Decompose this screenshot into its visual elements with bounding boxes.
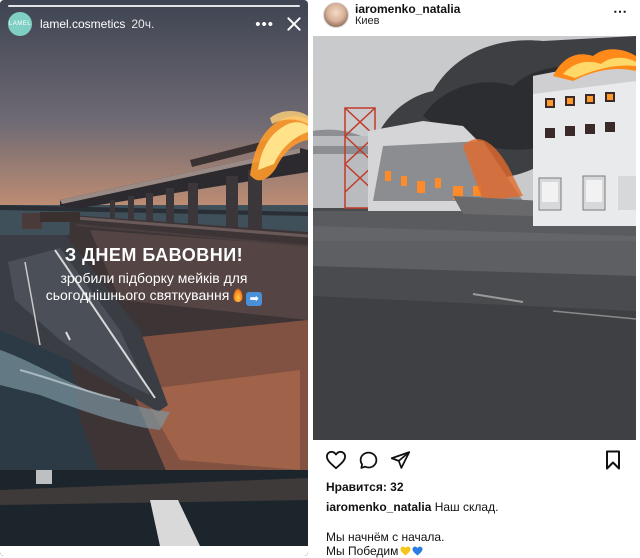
story-username[interactable]: lamel.cosmetics (40, 17, 125, 31)
fire-emoji-icon (233, 288, 244, 302)
share-icon[interactable] (390, 450, 411, 470)
caption-text: Наш склад. (434, 500, 499, 514)
story-header: LAMEL lamel.cosmetics 20ч. ••• (8, 11, 302, 37)
story-text-line-2-text: сьогоднішнього святкування (45, 287, 230, 303)
post-image[interactable] (313, 36, 636, 440)
post-avatar[interactable] (323, 2, 349, 28)
story-panel[interactable]: LAMEL lamel.cosmetics 20ч. ••• З ДНЕМ БА… (0, 0, 308, 556)
bookmark-icon[interactable] (605, 450, 621, 470)
yellow-heart-icon (400, 546, 411, 556)
comment-icon[interactable] (358, 450, 379, 471)
blue-heart-icon (412, 546, 423, 556)
caption-line-1: Мы начнём с начала. (326, 530, 445, 544)
story-bottom-edge (0, 546, 308, 556)
post-header: iaromenko_natalia Киев ⋯ (313, 0, 640, 36)
story-title: З ДНЕМ БАВОВНИ! (64, 245, 244, 265)
likes-count[interactable]: Нравится: 32 (326, 480, 404, 494)
close-icon[interactable] (286, 16, 302, 32)
story-timestamp: 20ч. (131, 17, 155, 31)
more-horizontal-icon[interactable]: ••• (255, 17, 274, 32)
post-location[interactable]: Киев (355, 15, 380, 27)
post-caption: iaromenko_natalia Наш склад. (326, 500, 498, 514)
more-horizontal-icon[interactable]: ⋯ (613, 3, 628, 20)
avatar-logo-text: LAMEL (8, 21, 32, 27)
story-progress-bar (8, 5, 300, 7)
story-text-line-1: зробили підборку мейків для (60, 270, 248, 286)
post-actions (323, 450, 623, 472)
story-text-line-2: сьогоднішнього святкування ➡ (0, 287, 308, 306)
story-avatar[interactable]: LAMEL (8, 12, 32, 36)
instagram-post: iaromenko_natalia Киев ⋯ Нравится: 32 ia… (313, 0, 640, 558)
heart-icon[interactable] (325, 450, 347, 470)
right-arrow-emoji-icon: ➡ (246, 292, 263, 306)
caption-username[interactable]: iaromenko_natalia (326, 500, 431, 514)
post-username[interactable]: iaromenko_natalia (355, 2, 460, 16)
